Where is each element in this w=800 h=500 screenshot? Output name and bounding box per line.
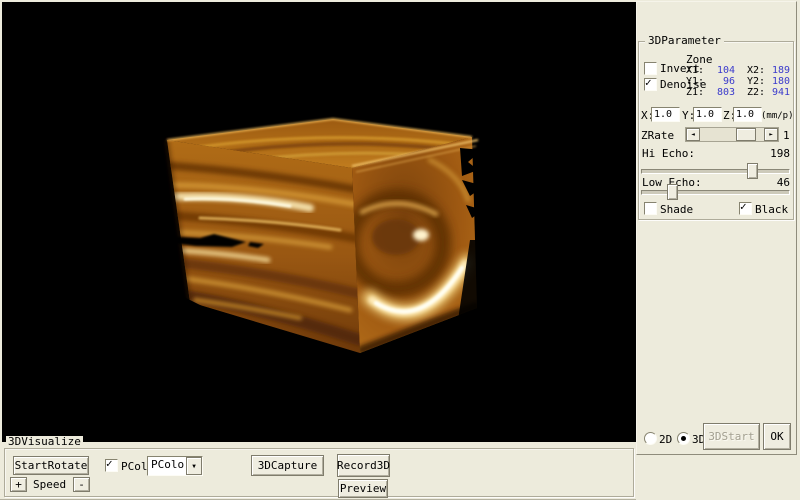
- parameter-groupbox: 3DParameter Invert Denoise Zone X1: 104 …: [638, 41, 794, 220]
- pcolor-dropdown-value: PColor: [151, 458, 191, 472]
- capture-button[interactable]: 3DCapture: [251, 455, 324, 476]
- low-echo-slider-thumb[interactable]: [667, 184, 678, 200]
- hi-echo-label: Hi Echo:: [642, 148, 695, 160]
- zone-z1-value: 803: [701, 87, 735, 99]
- scale-x-field[interactable]: [651, 107, 680, 122]
- scale-y-field[interactable]: [693, 107, 722, 122]
- shade-checkbox[interactable]: [644, 202, 657, 215]
- pcolor-checkbox[interactable]: [105, 459, 118, 472]
- mode-2d-radio[interactable]: [644, 432, 657, 445]
- low-echo-slider-track[interactable]: [641, 190, 790, 195]
- preview-button[interactable]: Preview: [338, 479, 388, 498]
- black-label: Black: [755, 204, 788, 216]
- hi-echo-slider-track[interactable]: [641, 169, 790, 174]
- parameter-group-title: 3DParameter: [645, 35, 724, 47]
- zrate-scrollbar[interactable]: ◄ ►: [685, 127, 779, 142]
- ok-button[interactable]: OK: [763, 423, 791, 450]
- scale-unit-label: (mm/p): [761, 110, 794, 122]
- mode-2d-label: 2D: [659, 434, 672, 446]
- shade-label: Shade: [660, 204, 693, 216]
- render-viewport[interactable]: [2, 2, 636, 442]
- invert-checkbox[interactable]: [644, 62, 657, 75]
- low-echo-slider[interactable]: [641, 184, 790, 199]
- start3d-button[interactable]: 3DStart: [703, 423, 760, 450]
- zrate-value: 1: [783, 130, 790, 142]
- zrate-label: ZRate: [641, 130, 674, 142]
- start-rotate-button[interactable]: StartRotate: [13, 456, 89, 475]
- control-panel: 3DParameter Invert Denoise Zone X1: 104 …: [636, 0, 800, 500]
- ultrasound-volume-rendering: [2, 2, 636, 442]
- hi-echo-slider-thumb[interactable]: [747, 163, 758, 179]
- zrate-scrollbar-thumb[interactable]: [736, 128, 756, 141]
- pcolor-dropdown[interactable]: PColor ▼: [147, 456, 203, 476]
- record-button[interactable]: Record3D: [337, 454, 390, 477]
- scale-z-field[interactable]: [733, 107, 762, 122]
- denoise-checkbox[interactable]: [644, 78, 657, 91]
- black-checkbox[interactable]: [739, 202, 752, 215]
- speed-minus-button[interactable]: -: [73, 477, 90, 492]
- visualize-bar: 3DVisualize StartRotate + Speed - PColor…: [2, 442, 636, 499]
- zone-z2-value: 941: [761, 87, 790, 99]
- chevron-down-icon[interactable]: ▼: [186, 457, 202, 475]
- zrate-right-arrow-icon[interactable]: ►: [764, 128, 778, 141]
- speed-plus-button[interactable]: +: [10, 477, 27, 492]
- speed-label: Speed: [33, 479, 66, 491]
- mode-3d-radio[interactable]: [677, 432, 690, 445]
- zrate-left-arrow-icon[interactable]: ◄: [686, 128, 700, 141]
- hi-echo-value: 198: [759, 148, 790, 160]
- visualize-group-title: 3DVisualize: [6, 436, 83, 448]
